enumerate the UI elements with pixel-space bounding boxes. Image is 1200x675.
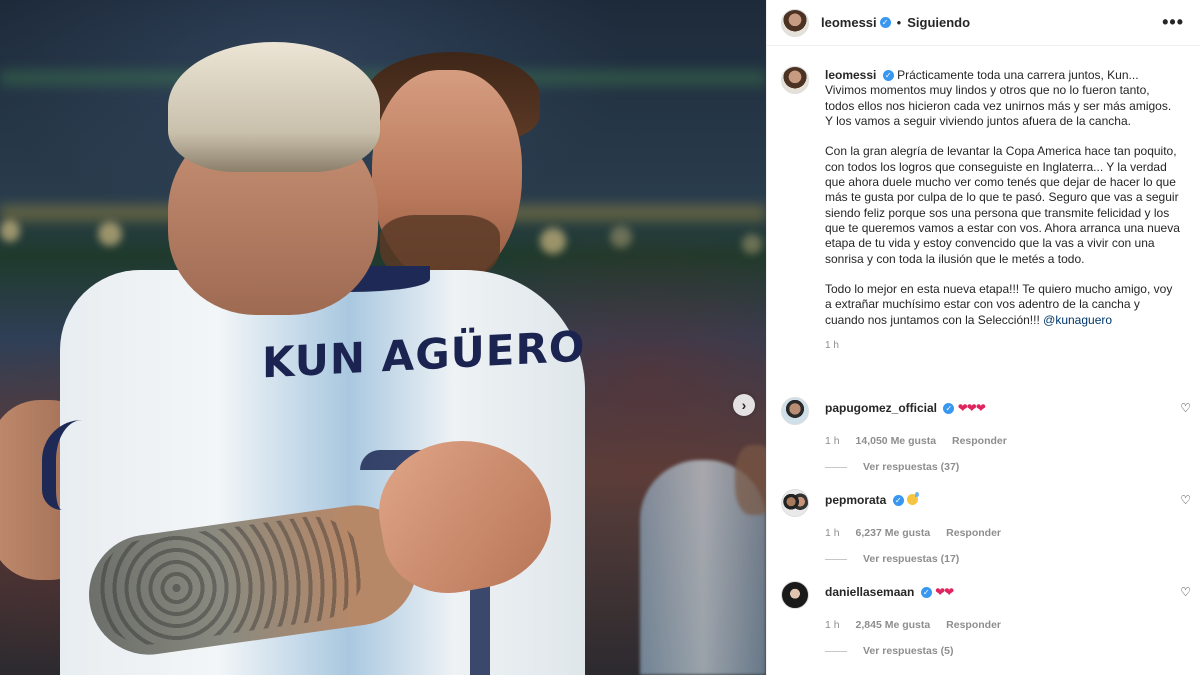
caption-text: Todo lo mejor en esta nueva etapa!!! Te … xyxy=(825,282,1173,327)
aguero-hair xyxy=(168,42,380,172)
comment-username[interactable]: daniellasemaan xyxy=(825,585,914,599)
view-replies-label: Ver respuestas (5) xyxy=(863,645,954,657)
comment-meta: 1 h 14,050 Me gusta Responder xyxy=(825,435,1191,447)
caption-paragraph: Todo lo mejor en esta nueva etapa!!! Te … xyxy=(825,282,1181,328)
like-heart-icon[interactable]: ♡ xyxy=(1180,493,1191,507)
replies-divider xyxy=(825,466,847,468)
reply-button[interactable]: Responder xyxy=(946,619,1001,631)
comment: papugomez_official ✓ ❤❤❤ ♡ 1 h 14,050 Me… xyxy=(781,397,1191,473)
comment-text: daniellasemaan ✓ ❤❤ xyxy=(825,581,954,600)
stadium-light xyxy=(610,226,632,248)
avatar[interactable] xyxy=(781,66,809,94)
comment-likes[interactable]: 2,845 Me gusta xyxy=(856,619,931,631)
background-player-head xyxy=(735,445,766,515)
stadium-light xyxy=(0,220,20,242)
verified-icon: ✓ xyxy=(882,70,894,81)
comment-text: pepmorata ✓ xyxy=(825,489,920,508)
caption-username[interactable]: leomessi xyxy=(825,68,876,82)
separator-dot: • xyxy=(896,15,902,30)
verified-icon: ✓ xyxy=(920,587,932,598)
comment-time: 1 h xyxy=(825,619,840,631)
view-replies-button[interactable]: Ver respuestas (5) xyxy=(825,645,1191,657)
comment: daniellasemaan ✓ ❤❤ ♡ 1 h 2,845 Me gusta… xyxy=(781,581,1191,657)
view-replies-label: Ver respuestas (37) xyxy=(863,461,960,473)
caption-timestamp: 1 h xyxy=(825,340,839,352)
comment-likes[interactable]: 6,237 Me gusta xyxy=(856,527,931,539)
comment-username[interactable]: pepmorata xyxy=(825,493,886,507)
avatar[interactable] xyxy=(781,397,809,425)
sleeve-trim xyxy=(42,420,102,510)
avatar[interactable] xyxy=(781,489,809,517)
author-username[interactable]: leomessi xyxy=(821,15,877,30)
stadium-light xyxy=(540,228,566,254)
reply-button[interactable]: Responder xyxy=(946,527,1001,539)
stadium-light xyxy=(742,234,762,254)
stadium-light xyxy=(98,222,122,246)
verified-icon: ✓ xyxy=(892,495,904,506)
avatar[interactable] xyxy=(781,581,809,609)
like-heart-icon[interactable]: ♡ xyxy=(1180,401,1191,415)
following-button[interactable]: Siguiendo xyxy=(907,15,970,30)
caption-paragraph: leomessi ✓ Prácticamente toda una carrer… xyxy=(825,68,1181,129)
comment-text: papugomez_official ✓ ❤❤❤ xyxy=(825,397,986,416)
comment-time: 1 h xyxy=(825,527,840,539)
comment: pepmorata ✓ ♡ 1 h 6,237 Me gusta Respond… xyxy=(781,489,1191,565)
comment-body: ❤❤ xyxy=(935,585,954,599)
comment-likes[interactable]: 14,050 Me gusta xyxy=(856,435,937,447)
more-options-icon[interactable]: ••• xyxy=(1162,12,1184,33)
mention-link[interactable]: @kunaguero xyxy=(1043,313,1112,327)
caption-text: Prácticamente toda una carrera juntos, K… xyxy=(825,68,1172,128)
comment-meta: 1 h 6,237 Me gusta Responder xyxy=(825,527,1191,539)
view-replies-button[interactable]: Ver respuestas (17) xyxy=(825,553,1191,565)
post-side-panel: leomessi ✓ • Siguiendo ••• leomessi ✓ Pr… xyxy=(766,0,1200,675)
replies-divider xyxy=(825,558,847,560)
comment-meta: 1 h 2,845 Me gusta Responder xyxy=(825,619,1191,631)
avatar[interactable] xyxy=(781,8,809,37)
verified-icon: ✓ xyxy=(879,17,891,28)
verified-icon: ✓ xyxy=(943,403,955,414)
view-replies-label: Ver respuestas (17) xyxy=(863,553,960,565)
sweat-smile-emoji-icon xyxy=(907,492,920,505)
comment-time: 1 h xyxy=(825,435,840,447)
reply-button[interactable]: Responder xyxy=(952,435,1007,447)
post-header: leomessi ✓ • Siguiendo ••• xyxy=(767,0,1200,46)
like-heart-icon[interactable]: ♡ xyxy=(1180,585,1191,599)
caption-paragraph: Con la gran alegría de levantar la Copa … xyxy=(825,144,1181,266)
replies-divider xyxy=(825,650,847,652)
caption-block: leomessi ✓ Prácticamente toda una carrer… xyxy=(767,46,1200,328)
post-caption: leomessi ✓ Prácticamente toda una carrer… xyxy=(825,68,1181,328)
post-photo: KUN AGÜERO › xyxy=(0,0,766,675)
comment-username[interactable]: papugomez_official xyxy=(825,401,937,415)
comment-body: ❤❤❤ xyxy=(957,401,986,415)
view-replies-button[interactable]: Ver respuestas (37) xyxy=(825,461,1191,473)
caption-text: Con la gran alegría de levantar la Copa … xyxy=(825,144,1180,266)
carousel-next-button[interactable]: › xyxy=(733,394,755,416)
